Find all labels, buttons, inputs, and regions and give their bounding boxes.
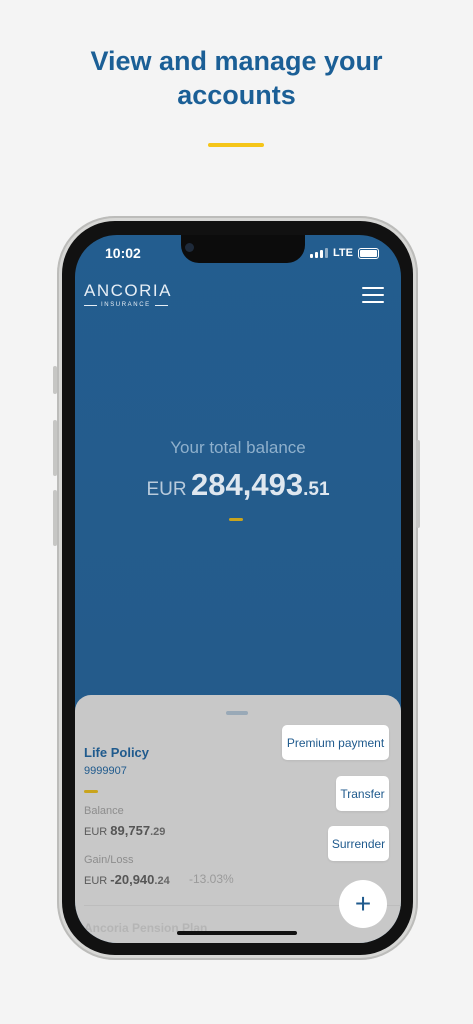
network-label: LTE bbox=[333, 247, 353, 259]
headline: View and manage your accounts bbox=[0, 44, 473, 112]
surrender-button[interactable]: Surrender bbox=[328, 826, 389, 861]
headline-accent-bar bbox=[208, 143, 264, 147]
gain-loss-value: EUR -20,940.24 bbox=[84, 872, 170, 887]
phone-volume-down bbox=[53, 490, 57, 546]
phone-screen: 10:02 LTE ANCORIA INSURANCE Your total b… bbox=[75, 235, 401, 943]
hamburger-menu-icon[interactable] bbox=[362, 287, 384, 308]
balance-integer: 284,493 bbox=[191, 467, 304, 502]
phone-volume-up bbox=[53, 420, 57, 476]
gain-loss-currency: EUR bbox=[84, 875, 108, 887]
camera-icon bbox=[185, 243, 194, 252]
sheet-drag-handle[interactable] bbox=[226, 711, 248, 715]
premium-payment-button[interactable]: Premium payment bbox=[282, 725, 389, 760]
policy-balance-currency: EUR bbox=[84, 826, 108, 838]
status-icons: LTE bbox=[310, 247, 379, 259]
logo-subtitle-row: INSURANCE bbox=[84, 302, 172, 308]
phone-mute-switch bbox=[53, 366, 57, 394]
policy-accent-dash bbox=[84, 790, 98, 793]
battery-icon bbox=[358, 247, 379, 259]
phone-power-button bbox=[416, 440, 420, 528]
total-balance-label: Your total balance bbox=[170, 438, 306, 457]
accounts-sheet[interactable]: Life Policy 9999907 Balance EUR 89,757.2… bbox=[75, 695, 401, 943]
status-time: 10:02 bbox=[105, 245, 141, 261]
logo-wordmark: ANCORIA bbox=[84, 281, 172, 300]
headline-line-1: View and manage your bbox=[90, 46, 383, 76]
notch bbox=[181, 235, 305, 263]
app-logo[interactable]: ANCORIA INSURANCE bbox=[84, 281, 172, 308]
transfer-button[interactable]: Transfer bbox=[336, 776, 389, 811]
balance-decimal: .51 bbox=[303, 479, 330, 500]
policy-balance-dec: .29 bbox=[150, 826, 166, 838]
gain-loss-int: -20,940 bbox=[110, 872, 155, 887]
home-indicator[interactable] bbox=[177, 931, 297, 935]
policy-balance-int: 89,757 bbox=[110, 823, 151, 838]
balance-currency: EUR bbox=[146, 479, 187, 500]
plus-icon: + bbox=[354, 888, 372, 919]
total-balance-amount: EUR 284,493.51 bbox=[75, 467, 401, 503]
policy-title[interactable]: Life Policy bbox=[84, 745, 149, 760]
balance-accent-dash bbox=[229, 518, 243, 521]
add-fab-button[interactable]: + bbox=[339, 880, 387, 928]
gain-loss-label: Gain/Loss bbox=[84, 854, 134, 866]
policy-balance-value: EUR 89,757.29 bbox=[84, 823, 165, 838]
headline-line-2: accounts bbox=[177, 80, 296, 110]
policy-number: 9999907 bbox=[84, 765, 127, 777]
signal-icon bbox=[310, 248, 329, 258]
gain-loss-dec: .24 bbox=[154, 875, 170, 887]
gain-loss-percent: -13.03% bbox=[189, 872, 234, 886]
logo-subtitle: INSURANCE bbox=[101, 302, 151, 308]
policy-balance-label: Balance bbox=[84, 805, 124, 817]
